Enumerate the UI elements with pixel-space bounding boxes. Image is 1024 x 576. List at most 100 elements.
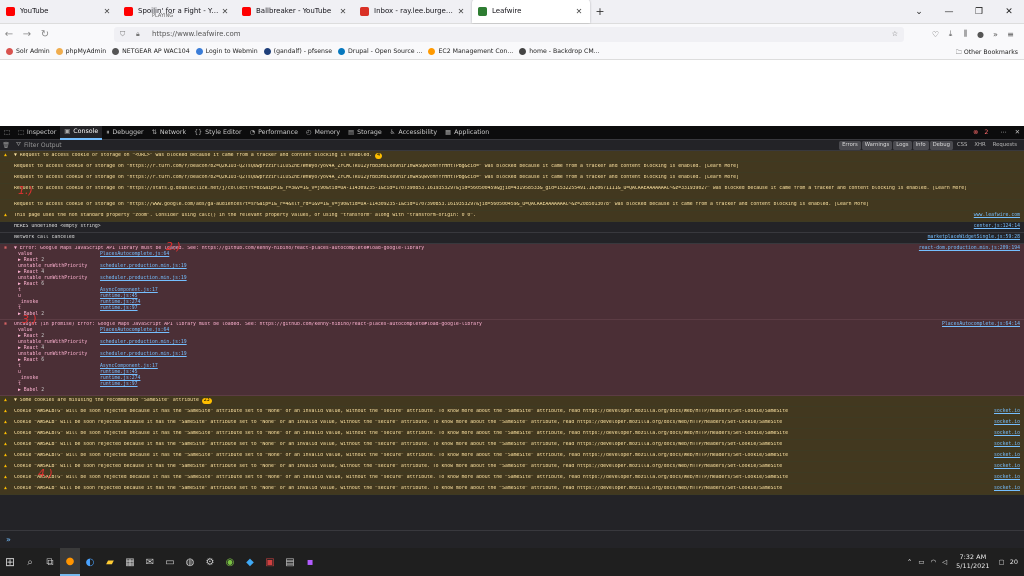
browser-tab[interactable]: Spoilin' for a Fight - YouTubePLAYING✕: [118, 0, 236, 23]
stack-location[interactable]: runtime.js:97: [100, 382, 138, 388]
close-tab-icon[interactable]: ✕: [456, 7, 466, 16]
browser-tab[interactable]: YouTube ✕: [0, 0, 118, 23]
app-icon[interactable]: ◉: [220, 548, 240, 576]
cookie-warning[interactable]: ▲ Cookie “AWSALB” will be soon rejected b…: [0, 440, 1024, 451]
menu-icon[interactable]: ≡: [1003, 30, 1018, 39]
app3-icon[interactable]: ▤: [280, 548, 300, 576]
filter-css[interactable]: CSS: [954, 141, 970, 150]
bookmark-item[interactable]: phpMyAdmin: [55, 48, 106, 55]
clock[interactable]: 7:32 AM 5/11/2021: [950, 553, 995, 571]
console-error[interactable]: ⊗ ▼ Error: Google Maps JavaScript API lib…: [0, 244, 1024, 320]
source-link[interactable]: www.leafwire.com: [974, 213, 1020, 220]
edge-icon[interactable]: ◐: [80, 548, 100, 576]
devtools-tab-console[interactable]: ▣ Console: [60, 125, 103, 140]
console-warning[interactable]: ▲ ▼ Some cookies are misusing the recomme…: [0, 396, 1024, 407]
level-filter-warnings[interactable]: Warnings: [861, 141, 893, 150]
stack-location[interactable]: PlacesAutocomplete.js:64: [100, 328, 169, 334]
list-tabs-icon[interactable]: ⌄: [904, 0, 934, 24]
library-icon[interactable]: ⫼: [958, 29, 973, 39]
bookmark-item[interactable]: home - Backdrop CM...: [519, 48, 600, 55]
level-filter-debug[interactable]: Debug: [929, 141, 953, 150]
terminal-icon[interactable]: ▭: [160, 548, 180, 576]
close-devtools-icon[interactable]: ✕: [1011, 129, 1024, 136]
bookmark-item[interactable]: Drupal - Open Source ...: [338, 48, 422, 55]
bookmark-item[interactable]: EC2 Management Con...: [428, 48, 513, 55]
extensions-icon[interactable]: »: [988, 30, 1003, 39]
filter-input[interactable]: Filter Output: [24, 142, 62, 149]
windows-start-icon[interactable]: ⊞: [0, 548, 20, 576]
minimize-button[interactable]: —: [934, 0, 964, 24]
reload-button[interactable]: ↻: [36, 29, 54, 40]
url-bar[interactable]: ⛉ 🔒︎ https://www.leafwire.com ☆: [114, 26, 904, 42]
firefox-icon[interactable]: ●: [60, 548, 80, 576]
devtools-tab-memory[interactable]: ◴ Memory: [302, 126, 344, 140]
downloads-icon[interactable]: ⤓: [943, 29, 958, 39]
source-link[interactable]: socket.io: [994, 486, 1020, 493]
search-icon[interactable]: ⌕: [20, 548, 40, 576]
file-explorer-icon[interactable]: ▰: [100, 548, 120, 576]
other-bookmarks[interactable]: 🗀︎ Other Bookmarks: [956, 47, 1018, 58]
source-link[interactable]: socket.io: [994, 409, 1020, 416]
stack-location[interactable]: runtime.js:97: [100, 306, 138, 312]
level-filter-errors[interactable]: Errors: [839, 141, 861, 150]
stack-frame[interactable]: ▶ Babel 2: [18, 312, 1020, 318]
bookmark-item[interactable]: (gandalf) - pfsense: [263, 48, 332, 55]
bookmark-item[interactable]: Login to Webmin: [195, 48, 258, 55]
console-error[interactable]: ⊗ Uncaught (in promise) Error: Google Map…: [0, 320, 1024, 396]
level-filter-info[interactable]: Info: [912, 141, 929, 150]
stack-location[interactable]: scheduler.production.min.js:19: [100, 264, 187, 270]
restore-button[interactable]: ❐: [964, 0, 994, 24]
cookie-warning[interactable]: ▲ Cookie “AWSALB” will be soon rejected b…: [0, 484, 1024, 495]
cookie-warning[interactable]: ▲ Cookie “AWSALBTG” will be soon rejected…: [0, 407, 1024, 418]
app4-icon[interactable]: ▪: [300, 548, 320, 576]
notifications-icon[interactable]: ▢ 20: [996, 558, 1024, 566]
bookmark-item[interactable]: NETGEAR AP WAC104: [112, 48, 190, 55]
console-input[interactable]: »: [0, 530, 1024, 548]
close-tab-icon[interactable]: ✕: [220, 7, 230, 16]
close-tab-icon[interactable]: ✕: [102, 7, 112, 16]
devtools-tab-accessibility[interactable]: ♿ Accessibility: [386, 126, 441, 140]
cookie-warning[interactable]: ▲ Cookie “AWSALB” will be soon rejected b…: [0, 462, 1024, 473]
cookie-warning[interactable]: ▲ Cookie “AWSALBTG” will be soon rejected…: [0, 429, 1024, 440]
cookie-warning[interactable]: ▲ Cookie “AWSALBTG” will be soon rejected…: [0, 473, 1024, 484]
pick-element-icon[interactable]: ⬚: [0, 126, 14, 140]
back-button[interactable]: ←: [0, 29, 18, 40]
browser-tab[interactable]: Inbox - ray.lee.burgess@gmail.c✕: [354, 0, 472, 23]
devtools-tab-network[interactable]: ⇅ Network: [148, 126, 191, 140]
filter-xhr[interactable]: XHR: [971, 141, 988, 150]
source-link[interactable]: marketplaceWidgetSingle.js:59:28: [928, 235, 1020, 242]
error-counter[interactable]: ⊗ 2: [969, 129, 996, 136]
bookmark-star-icon[interactable]: ☆: [892, 30, 898, 38]
store-icon[interactable]: ▦: [120, 548, 140, 576]
stack-location[interactable]: scheduler.production.min.js:19: [100, 340, 187, 346]
forward-button[interactable]: →: [18, 29, 36, 40]
source-link[interactable]: socket.io: [994, 431, 1020, 438]
source-link[interactable]: socket.io: [994, 475, 1020, 482]
stack-location[interactable]: scheduler.production.min.js:19: [100, 276, 187, 282]
devtools-tab-debugger[interactable]: ⏸ Debugger: [102, 126, 147, 140]
steam-icon[interactable]: ◍: [180, 548, 200, 576]
stack-frame[interactable]: ▶ Babel 2: [18, 388, 1020, 394]
chevron-up-icon[interactable]: ⌃: [904, 558, 915, 566]
browser-tab[interactable]: Leafwire ✕: [472, 0, 590, 23]
network-icon[interactable]: ▭: [915, 558, 927, 566]
stack-location[interactable]: scheduler.production.min.js:19: [100, 352, 187, 358]
clear-console-icon[interactable]: 🗑︎: [0, 142, 12, 149]
settings-icon[interactable]: ⚙: [200, 548, 220, 576]
source-link[interactable]: PlacesAutocomplete.js:64:14: [942, 322, 1020, 328]
vscode-icon[interactable]: ◆: [240, 548, 260, 576]
wifi-icon[interactable]: ◠: [927, 558, 939, 566]
source-link[interactable]: socket.io: [994, 420, 1020, 427]
source-link[interactable]: socket.io: [994, 464, 1020, 471]
account-icon[interactable]: ●: [973, 30, 988, 39]
console-warning[interactable]: ▲ ▼ Request to access cookie or storage o…: [0, 151, 1024, 162]
app2-icon[interactable]: ▣: [260, 548, 280, 576]
dock-options-icon[interactable]: ⋯: [996, 129, 1010, 136]
cookie-warning[interactable]: ▲ Cookie “AWSALB” will be soon rejected b…: [0, 418, 1024, 429]
close-tab-icon[interactable]: ✕: [574, 7, 584, 16]
devtools-tab-storage[interactable]: ▤ Storage: [344, 126, 386, 140]
shield-icon[interactable]: ⛉: [120, 30, 130, 39]
pocket-icon[interactable]: ♡: [928, 30, 943, 39]
task-view-icon[interactable]: ⧉: [40, 548, 60, 576]
close-tab-icon[interactable]: ✕: [338, 7, 348, 16]
